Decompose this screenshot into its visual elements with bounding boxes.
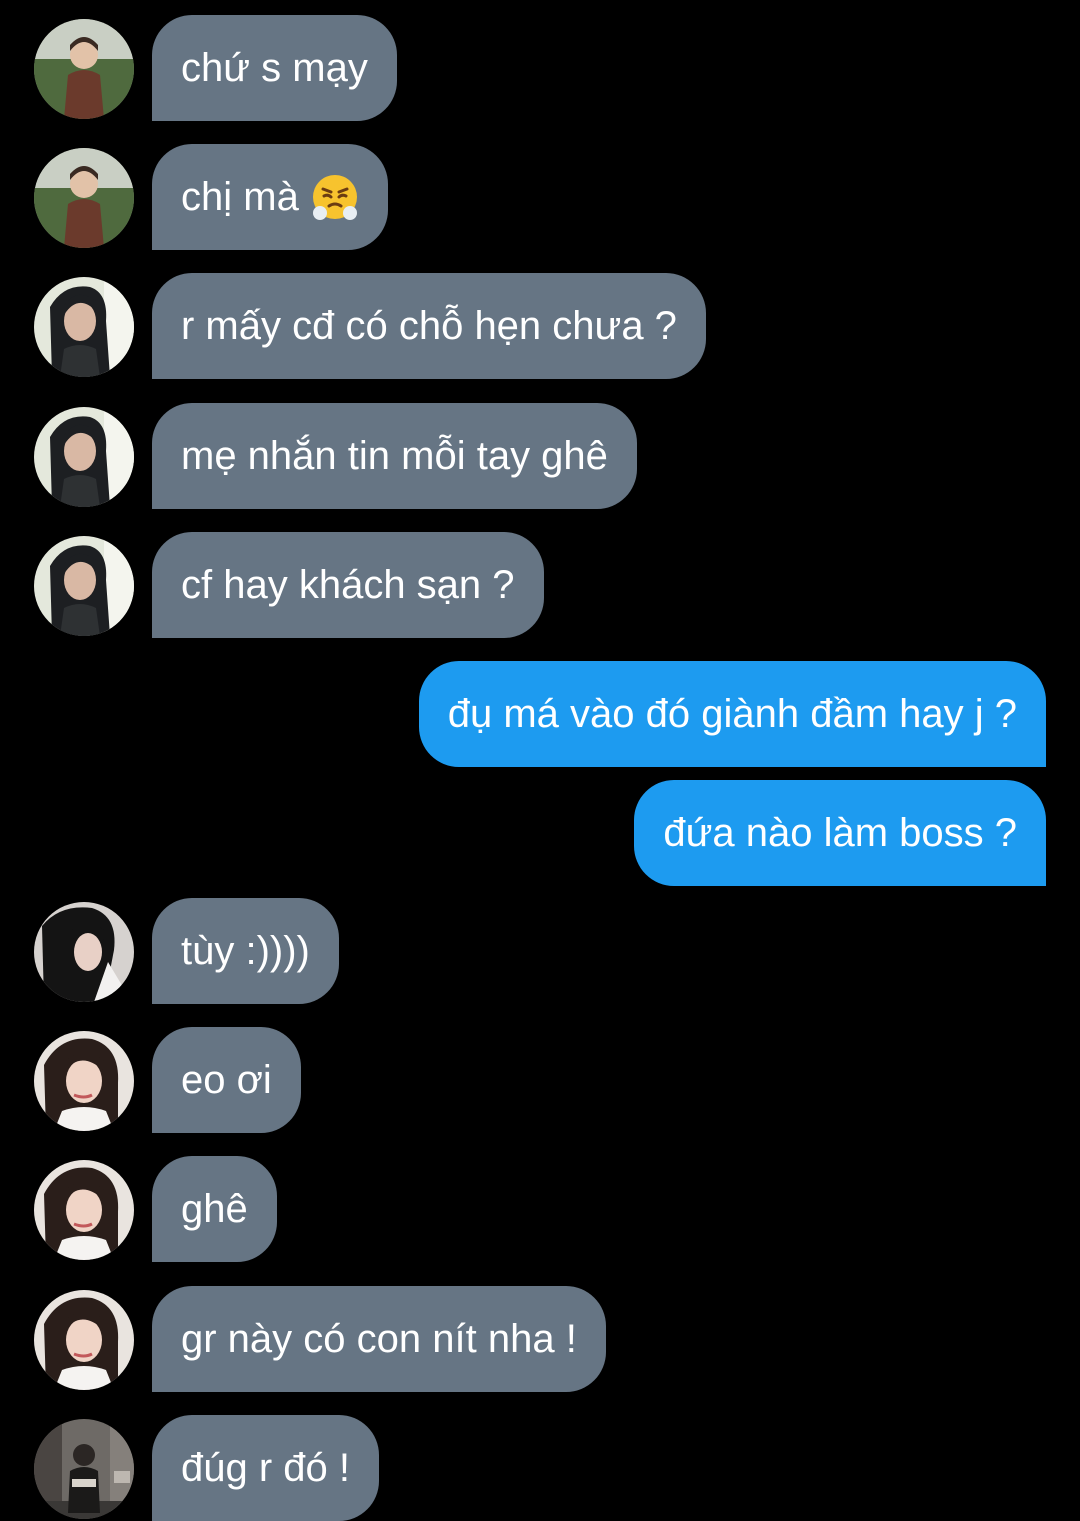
incoming-message-bubble[interactable]: đúg r đó !: [152, 1415, 380, 1521]
message-text: mẹ nhắn tin mỗi tay ghê: [181, 433, 608, 478]
incoming-message-bubble[interactable]: ghê: [152, 1156, 277, 1262]
message-row: đứa nào làm boss ?: [0, 780, 1080, 886]
outgoing-message-bubble[interactable]: đụ má vào đó giành đầm hay j ?: [418, 661, 1046, 767]
dark-hair-girl-avatar-icon[interactable]: [34, 407, 134, 507]
outgoing-message-bubble[interactable]: đứa nào làm boss ?: [634, 780, 1046, 886]
message-text: tùy :)))): [181, 928, 310, 973]
incoming-message-bubble[interactable]: gr này có con nít nha !: [152, 1286, 606, 1392]
message-row: tùy :)))): [0, 898, 1080, 1004]
dark-hair-girl-avatar-icon[interactable]: [34, 536, 134, 636]
chat-thread[interactable]: chứ s mạy chị mà r mấy cđ có chỗ hẹn chư…: [0, 0, 1080, 1521]
message-text: đứa nào làm boss ?: [663, 810, 1017, 855]
message-row: chứ s mạy: [0, 15, 1080, 121]
message-row: chị mà: [0, 144, 1080, 250]
selfie-girl-avatar-icon[interactable]: [34, 1290, 134, 1390]
message-row: đụ má vào đó giành đầm hay j ?: [0, 661, 1080, 767]
child-avatar-icon[interactable]: [34, 19, 134, 119]
incoming-message-bubble[interactable]: chị mà: [152, 144, 388, 250]
message-text: đụ má vào đó giành đầm hay j ?: [447, 691, 1017, 736]
incoming-message-bubble[interactable]: chứ s mạy: [152, 15, 397, 121]
message-row: cf hay khách sạn ?: [0, 532, 1080, 638]
message-text: ghê: [181, 1186, 248, 1231]
child-avatar-icon[interactable]: [34, 148, 134, 248]
message-row: ghê: [0, 1156, 1080, 1262]
steam-from-nose-emoji-icon: [311, 173, 359, 221]
message-text: eo ơi: [181, 1057, 272, 1102]
incoming-message-bubble[interactable]: eo ơi: [152, 1027, 301, 1133]
selfie-girl-avatar-icon[interactable]: [34, 1160, 134, 1260]
incoming-message-bubble[interactable]: tùy :)))): [152, 898, 339, 1004]
long-hair-girl-avatar-icon[interactable]: [34, 902, 134, 1002]
message-row: mẹ nhắn tin mỗi tay ghê: [0, 403, 1080, 509]
message-text: gr này có con nít nha !: [181, 1316, 577, 1361]
message-row: đúg r đó !: [0, 1415, 1080, 1521]
message-text: chứ s mạy: [181, 45, 368, 90]
message-row: r mấy cđ có chỗ hẹn chưa ?: [0, 273, 1080, 379]
incoming-message-bubble[interactable]: mẹ nhắn tin mỗi tay ghê: [152, 403, 637, 509]
incoming-message-bubble[interactable]: cf hay khách sạn ?: [152, 532, 544, 638]
message-row: eo ơi: [0, 1027, 1080, 1133]
dark-hair-girl-avatar-icon[interactable]: [34, 277, 134, 377]
incoming-message-bubble[interactable]: r mấy cđ có chỗ hẹn chưa ?: [152, 273, 706, 379]
message-text: đúg r đó !: [181, 1445, 351, 1490]
message-text: cf hay khách sạn ?: [181, 562, 515, 607]
message-text: chị mà: [181, 174, 299, 219]
message-text: r mấy cđ có chỗ hẹn chưa ?: [181, 303, 677, 348]
selfie-girl-avatar-icon[interactable]: [34, 1031, 134, 1131]
message-row: gr này có con nít nha !: [0, 1286, 1080, 1392]
street-boy-avatar-icon[interactable]: [34, 1419, 134, 1519]
